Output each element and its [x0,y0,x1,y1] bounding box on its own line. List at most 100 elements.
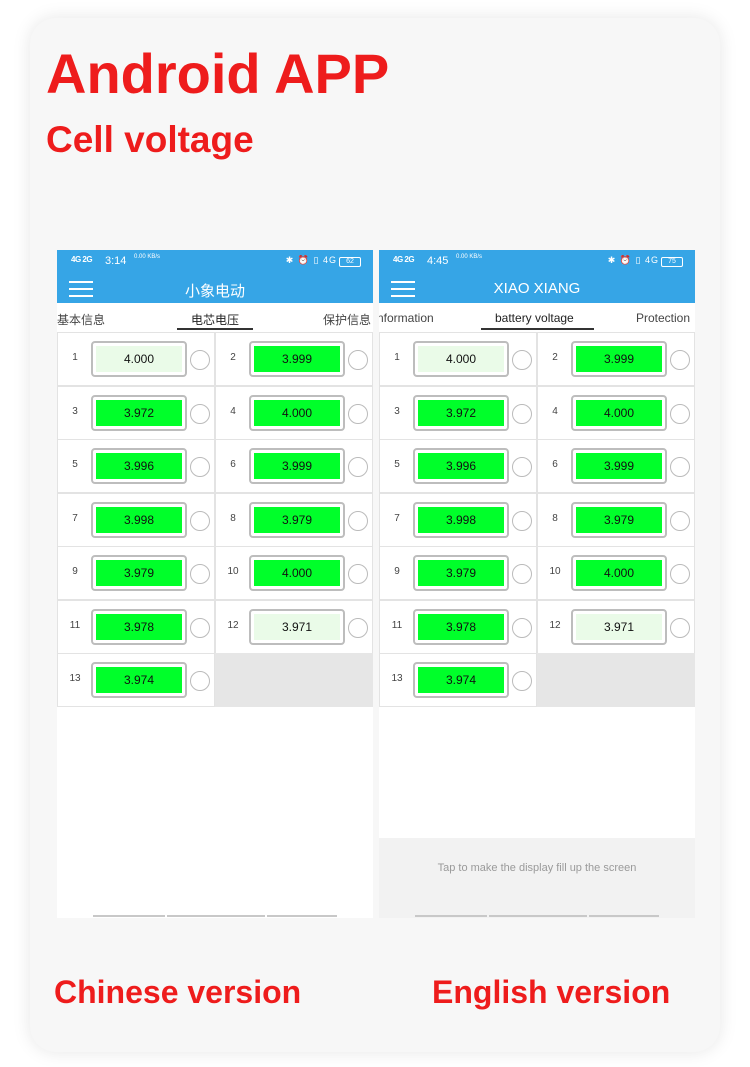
cell-voltage-value: 4.000 [254,560,340,586]
cell-number: 9 [394,566,400,577]
balance-radio[interactable] [670,350,690,370]
balance-radio[interactable] [512,671,532,691]
status-time: 4:45 [427,255,449,267]
cell-voltage-value: 3.998 [96,506,182,533]
balance-radio[interactable] [512,403,532,424]
cell-voltage-value: 3.999 [576,453,662,479]
cell-voltage-value: 3.972 [96,399,182,426]
status-icons: ✱ ⏰ ▯ 4G [607,255,659,265]
cell-voltage-item: 8 3.979 [537,492,695,547]
cell-voltage-item: 6 3.999 [537,439,695,493]
balance-radio[interactable] [190,617,210,638]
cell-voltage-item: 4 4.000 [215,385,373,440]
balance-radio[interactable] [348,403,368,424]
balance-radio[interactable] [670,510,690,531]
balance-radio[interactable] [190,403,210,424]
balance-radio[interactable] [512,510,532,531]
cell-number: 2 [230,352,236,363]
phone-screenshot-english: 4G 2G 4:45 0.00 KB/s ✱ ⏰ ▯ 4G 75 XIAO XI… [379,250,695,918]
balance-radio[interactable] [348,564,368,584]
balance-radio[interactable] [190,671,210,691]
balance-radio[interactable] [190,457,210,477]
cell-number: 8 [230,512,236,524]
battery-icon: 62 [339,257,361,267]
tab-protection-info[interactable]: 保护信息 [323,311,371,328]
signal-indicator: 4G 2G [71,255,93,264]
cell-voltage-value: 3.996 [96,453,182,479]
cell-voltage-value: 3.978 [418,613,504,640]
balance-radio[interactable] [512,564,532,584]
cell-number: 10 [549,566,561,577]
network-speed: 0.00 KB/s [456,254,483,260]
status-bar: 4G 2G 4:45 0.00 KB/s ✱ ⏰ ▯ 4G 75 [379,250,695,273]
app-title: 小象电动 [184,283,245,300]
cell-number: 10 [227,566,239,577]
tab-basic-info[interactable]: nformation [379,311,434,325]
cell-voltage-item: 1 4.000 [379,332,537,386]
cell-number: 6 [230,459,236,470]
fullscreen-hint: Tap to make the display fill up the scre… [437,862,637,874]
cell-voltage-gauge: 3.996 [413,448,509,484]
cell-voltage-item: 8 3.979 [215,492,373,547]
cell-voltage-gauge: 3.974 [91,662,187,698]
cell-number: 1 [394,352,400,363]
balance-radio[interactable] [670,617,690,638]
cell-voltage-item: 7 3.998 [379,492,537,547]
balance-radio[interactable] [670,457,690,477]
tab-cell-voltage[interactable]: battery voltage [495,311,574,325]
cell-number: 9 [72,566,78,577]
cell-voltage-item: 6 3.999 [215,439,373,493]
app-title-bar: XIAO XIANG [379,273,695,303]
cell-voltage-gauge: 3.979 [249,501,345,538]
balance-radio[interactable] [348,457,368,477]
fullscreen-hint-area[interactable]: Tap to make the display fill up the scre… [379,838,695,918]
cell-number: 4 [230,405,236,417]
cell-number: 12 [227,619,239,631]
balance-radio[interactable] [348,510,368,531]
cell-voltage-gauge: 3.979 [413,555,509,591]
cell-voltage-item: 10 4.000 [537,546,695,600]
balance-radio[interactable] [348,350,368,370]
cell-voltage-value: 3.971 [254,613,340,640]
cell-voltage-gauge: 3.971 [571,608,667,645]
cell-number: 13 [391,673,403,684]
cell-voltage-value: 3.999 [254,346,340,372]
cell-voltage-item: 12 3.971 [537,599,695,654]
network-speed: 0.00 KB/s [134,254,161,260]
cell-voltage-value: 3.979 [254,506,340,533]
cell-voltage-gauge: 3.979 [91,555,187,591]
active-tab-indicator [177,328,253,330]
cell-voltage-item: 7 3.998 [57,492,215,547]
tab-protection-info[interactable]: Protection [636,311,690,325]
cell-voltage-value: 3.979 [96,560,182,586]
tab-basic-info[interactable]: 基本信息 [57,311,105,328]
cell-voltage-value: 3.974 [418,667,504,693]
cell-voltage-gauge: 4.000 [249,394,345,431]
cell-voltage-value: 3.974 [96,667,182,693]
cell-voltage-value: 3.998 [418,506,504,533]
balance-radio[interactable] [512,457,532,477]
balance-radio[interactable] [190,350,210,370]
bottom-nav-bar [93,915,337,918]
balance-radio[interactable] [512,350,532,370]
balance-radio[interactable] [670,564,690,584]
cell-voltage-item: 5 3.996 [379,439,537,493]
cell-voltage-gauge: 4.000 [571,394,667,431]
cell-voltage-gauge: 3.971 [249,608,345,645]
balance-radio[interactable] [348,617,368,638]
cell-voltage-gauge: 3.999 [571,448,667,484]
phone-screenshot-chinese: 4G 2G 3:14 0.00 KB/s ✱ ⏰ ▯ 4G 62 小象电动 基本… [57,250,373,918]
balance-radio[interactable] [190,564,210,584]
signal-indicator: 4G 2G [393,255,415,264]
tab-bar: 基本信息 电芯电压 保护信息 [57,303,373,331]
cell-voltage-value: 4.000 [576,560,662,586]
balance-radio[interactable] [512,617,532,638]
balance-radio[interactable] [190,510,210,531]
balance-radio[interactable] [670,403,690,424]
cell-number: 1 [72,352,78,363]
tab-cell-voltage[interactable]: 电芯电压 [191,311,239,328]
cell-voltage-value: 3.996 [418,453,504,479]
cell-voltage-value: 3.979 [418,560,504,586]
cell-voltage-gauge: 3.974 [413,662,509,698]
cell-number: 2 [552,352,558,363]
